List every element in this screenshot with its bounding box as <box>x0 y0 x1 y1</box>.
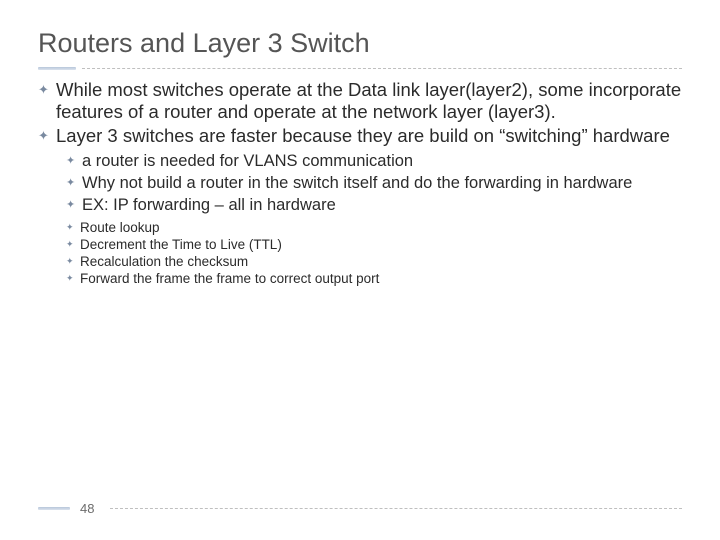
bullet-list-level2: ✦ a router is needed for VLANS communica… <box>66 151 682 215</box>
bullet-list-level1: ✦ While most switches operate at the Dat… <box>38 79 682 147</box>
slide: Routers and Layer 3 Switch ✦ While most … <box>0 0 720 540</box>
list-item: ✦ Decrement the Time to Live (TTL) <box>66 236 682 253</box>
list-item: ✦ a router is needed for VLANS communica… <box>66 151 682 171</box>
bullet-icon: ✦ <box>38 79 56 123</box>
bullet-list-level3: ✦ Route lookup ✦ Decrement the Time to L… <box>66 219 682 287</box>
bullet-icon: ✦ <box>38 125 56 147</box>
bullet-text: Forward the frame the frame to correct o… <box>80 270 379 287</box>
slide-footer: 48 <box>38 501 682 516</box>
bullet-icon: ✦ <box>66 219 80 236</box>
bullet-icon: ✦ <box>66 270 80 287</box>
bullet-icon: ✦ <box>66 151 82 171</box>
divider-dashed-line <box>82 68 682 69</box>
divider-accent <box>38 67 76 70</box>
footer-dashed-line <box>110 508 682 509</box>
list-item: ✦ Route lookup <box>66 219 682 236</box>
bullet-text: Route lookup <box>80 219 160 236</box>
page-number: 48 <box>80 501 94 516</box>
slide-title: Routers and Layer 3 Switch <box>38 28 682 59</box>
bullet-text: a router is needed for VLANS communicati… <box>82 151 413 171</box>
bullet-text: Recalculation the checksum <box>80 253 248 270</box>
bullet-icon: ✦ <box>66 173 82 193</box>
list-item: ✦ Why not build a router in the switch i… <box>66 173 682 193</box>
bullet-text: Layer 3 switches are faster because they… <box>56 125 670 147</box>
list-item: ✦ While most switches operate at the Dat… <box>38 79 682 123</box>
bullet-icon: ✦ <box>66 253 80 270</box>
footer-accent <box>38 507 70 510</box>
list-item: ✦ Recalculation the checksum <box>66 253 682 270</box>
bullet-text: Why not build a router in the switch its… <box>82 173 632 193</box>
bullet-icon: ✦ <box>66 236 80 253</box>
bullet-icon: ✦ <box>66 195 82 215</box>
bullet-text: Decrement the Time to Live (TTL) <box>80 236 282 253</box>
list-item: ✦ Layer 3 switches are faster because th… <box>38 125 682 147</box>
bullet-text: While most switches operate at the Data … <box>56 79 682 123</box>
list-item: ✦ EX: IP forwarding – all in hardware <box>66 195 682 215</box>
list-item: ✦ Forward the frame the frame to correct… <box>66 270 682 287</box>
bullet-text: EX: IP forwarding – all in hardware <box>82 195 336 215</box>
title-divider <box>38 65 682 71</box>
